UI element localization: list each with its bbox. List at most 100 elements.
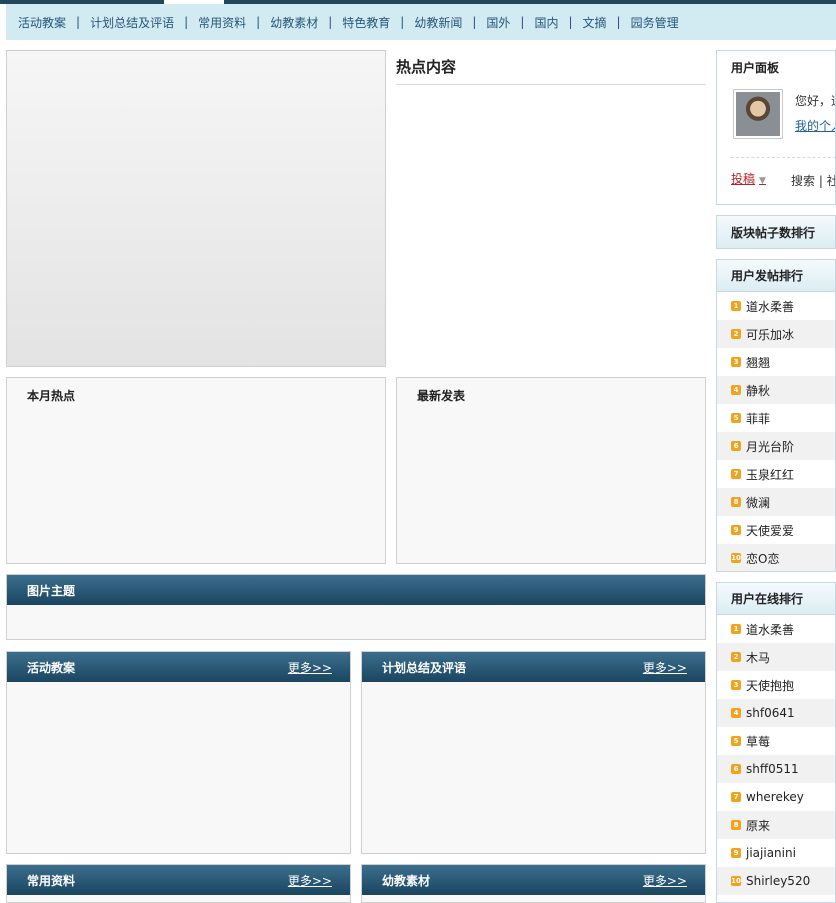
rank-user-name[interactable]: 道水柔善 bbox=[746, 621, 794, 638]
rank-user-name[interactable]: 翘翘 bbox=[746, 354, 770, 371]
list-item[interactable]: 1 道水柔善 bbox=[717, 292, 835, 320]
photo-topic-title: 图片主题 bbox=[27, 583, 76, 598]
nav-item-domestic[interactable]: 国内 bbox=[534, 14, 558, 31]
activity-plans-section: 活动教案 更多>> bbox=[6, 651, 351, 854]
activity-plans-title: 活动教案 bbox=[27, 660, 76, 675]
panel-tools[interactable]: 搜索 | 社 bbox=[791, 172, 835, 189]
nav-separator: | bbox=[520, 15, 525, 29]
number-badge-icon: 5 bbox=[731, 413, 741, 423]
month-hot-box: 本月热点 bbox=[6, 377, 386, 564]
nav-item-special-education[interactable]: 特色教育 bbox=[342, 14, 390, 31]
list-item[interactable]: 9 天使爱爱 bbox=[717, 516, 835, 544]
nav-separator: | bbox=[472, 15, 477, 29]
nav-item-abroad[interactable]: 国外 bbox=[486, 14, 510, 31]
number-badge-icon: 5 bbox=[731, 736, 741, 746]
rank-user-name[interactable]: 可乐加冰 bbox=[746, 326, 794, 343]
list-item[interactable]: 3 天使抱抱 bbox=[717, 671, 835, 699]
latest-posts-box: 最新发表 bbox=[396, 377, 706, 564]
my-profile-link[interactable]: 我的个人 bbox=[795, 117, 835, 134]
activity-plans-header: 活动教案 更多>> bbox=[7, 652, 350, 682]
greeting-text: 您好，道 bbox=[795, 94, 835, 108]
rank-user-name[interactable]: 静秋 bbox=[746, 382, 770, 399]
rank-user-name[interactable]: 天使抱抱 bbox=[746, 677, 794, 694]
nav-item-activity-plans[interactable]: 活动教案 bbox=[18, 14, 66, 31]
rank-user-name[interactable]: 原来 bbox=[746, 817, 770, 834]
photo-topic-section: 图片主题 bbox=[6, 574, 706, 640]
list-item[interactable]: 2 木马 bbox=[717, 643, 835, 671]
post-rank-list: 1 道水柔善 2 可乐加冰 3 翘翘 4 静秋 5 菲菲 6 月光台阶 7 玉泉红红 8 微澜 9 天使爱爱 10 恋… bbox=[717, 292, 835, 571]
rank-user-name[interactable]: 玉泉红红 bbox=[746, 466, 794, 483]
board-rank-title: 版块帖子数排行 bbox=[717, 216, 835, 248]
list-item[interactable]: 6 shff0511 bbox=[717, 755, 835, 783]
list-item[interactable]: 5 菲菲 bbox=[717, 404, 835, 432]
hot-content-title: 热点内容 bbox=[396, 58, 457, 76]
plans-summary-section: 计划总结及评语 更多>> bbox=[361, 651, 706, 854]
number-badge-icon: 2 bbox=[731, 652, 741, 662]
user-panel-title: 用户面板 bbox=[731, 60, 780, 75]
list-item[interactable]: 4 静秋 bbox=[717, 376, 835, 404]
list-item[interactable]: 4 shf0641 bbox=[717, 699, 835, 727]
nav-separator: | bbox=[256, 15, 261, 29]
rank-user-name[interactable]: 菲菲 bbox=[746, 410, 770, 427]
number-badge-icon: 6 bbox=[731, 764, 741, 774]
list-item[interactable]: 5 草莓 bbox=[717, 727, 835, 755]
number-badge-icon: 3 bbox=[731, 680, 741, 690]
post-rank-title: 用户发帖排行 bbox=[717, 260, 835, 292]
rank-user-name[interactable]: 木马 bbox=[746, 649, 770, 666]
common-materials-title: 常用资料 bbox=[27, 873, 76, 888]
nav-separator: | bbox=[568, 15, 573, 29]
rank-user-name[interactable]: 恋O恋 bbox=[746, 550, 779, 567]
list-item[interactable]: 3 翘翘 bbox=[717, 348, 835, 376]
rank-user-name[interactable]: 微澜 bbox=[746, 494, 770, 511]
number-badge-icon: 4 bbox=[731, 708, 741, 718]
nav-item-plans-summary[interactable]: 计划总结及评语 bbox=[90, 14, 174, 31]
post-label: 投稿 bbox=[731, 172, 756, 186]
rank-user-name[interactable]: shf0641 bbox=[746, 706, 795, 720]
rank-user-name[interactable]: wherekey bbox=[746, 790, 804, 804]
rank-user-name[interactable]: Shirley520 bbox=[746, 874, 810, 888]
nav-item-digest[interactable]: 文摘 bbox=[583, 14, 607, 31]
plans-summary-title: 计划总结及评语 bbox=[382, 660, 467, 675]
list-item[interactable]: 6 月光台阶 bbox=[717, 432, 835, 460]
plans-summary-more-link[interactable]: 更多>> bbox=[643, 659, 687, 676]
chevron-down-icon: ▼ bbox=[759, 176, 766, 186]
post-button[interactable]: 投稿 ▼ bbox=[731, 170, 766, 187]
list-item[interactable]: 9 jiajianini bbox=[717, 839, 835, 867]
teaching-resources-header: 幼教素材 更多>> bbox=[362, 865, 705, 895]
panel-divider bbox=[731, 157, 835, 158]
common-materials-section: 常用资料 更多>> bbox=[6, 864, 351, 903]
number-badge-icon: 8 bbox=[731, 497, 741, 507]
nav-item-teaching-resources[interactable]: 幼教素材 bbox=[270, 14, 318, 31]
rank-user-name[interactable]: jiajianini bbox=[746, 846, 796, 860]
list-item[interactable]: 2 可乐加冰 bbox=[717, 320, 835, 348]
list-item[interactable]: 8 原来 bbox=[717, 811, 835, 839]
list-item[interactable]: 10 恋O恋 bbox=[717, 544, 835, 571]
list-item[interactable]: 7 wherekey bbox=[717, 783, 835, 811]
rank-user-name[interactable]: 天使爱爱 bbox=[746, 522, 794, 539]
list-item[interactable]: 10 Shirley520 bbox=[717, 867, 835, 895]
nav-item-education-news[interactable]: 幼教新闻 bbox=[414, 14, 462, 31]
post-rank-panel: 用户发帖排行 1 道水柔善 2 可乐加冰 3 翘翘 4 静秋 5 菲菲 6 月光台阶 7 玉泉红红 8 微澜 9… bbox=[716, 259, 836, 572]
online-rank-list: 1 道水柔善 2 木马 3 天使抱抱 4 shf0641 5 草莓 6 shff0511 7 wherek… bbox=[717, 615, 835, 895]
list-item[interactable]: 1 道水柔善 bbox=[717, 615, 835, 643]
rank-user-name[interactable]: 月光台阶 bbox=[746, 438, 794, 455]
rank-user-name[interactable]: 道水柔善 bbox=[746, 298, 794, 315]
list-item[interactable]: 8 微澜 bbox=[717, 488, 835, 516]
nav-item-common-materials[interactable]: 常用资料 bbox=[198, 14, 246, 31]
number-badge-icon: 1 bbox=[731, 624, 741, 634]
list-item[interactable]: 7 玉泉红红 bbox=[717, 460, 835, 488]
slideshow-area[interactable] bbox=[6, 50, 386, 367]
activity-plans-more-link[interactable]: 更多>> bbox=[288, 659, 332, 676]
rank-user-name[interactable]: 草莓 bbox=[746, 733, 770, 750]
rank-user-name[interactable]: shff0511 bbox=[746, 762, 799, 776]
avatar[interactable] bbox=[733, 89, 783, 139]
nav-separator: | bbox=[616, 15, 621, 29]
number-badge-icon: 8 bbox=[731, 820, 741, 830]
nav-item-kindergarten-admin[interactable]: 园务管理 bbox=[631, 14, 679, 31]
common-materials-more-link[interactable]: 更多>> bbox=[288, 872, 332, 889]
online-rank-title: 用户在线排行 bbox=[717, 583, 835, 615]
number-badge-icon: 1 bbox=[731, 301, 741, 311]
teaching-resources-more-link[interactable]: 更多>> bbox=[643, 872, 687, 889]
board-rank-panel: 版块帖子数排行 bbox=[716, 215, 836, 249]
number-badge-icon: 9 bbox=[731, 525, 741, 535]
